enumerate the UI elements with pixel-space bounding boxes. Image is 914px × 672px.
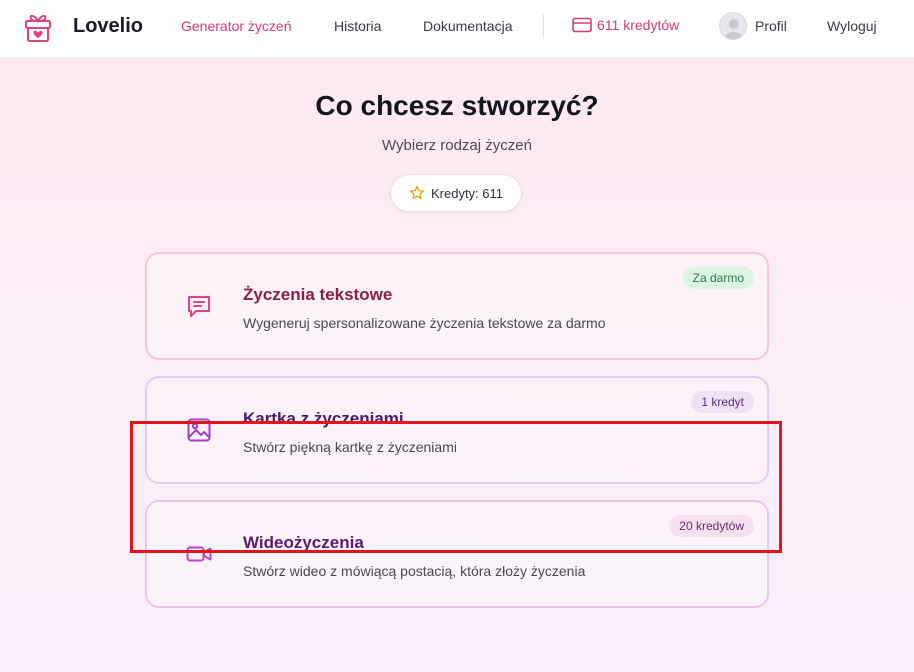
- credits-link[interactable]: 611 kredytów: [572, 17, 679, 33]
- price-badge: 20 kredytów: [669, 515, 754, 537]
- price-badge: Za darmo: [682, 267, 754, 289]
- card-description: Wygeneruj spersonalizowane życzenia teks…: [243, 315, 606, 331]
- user-avatar-icon: [725, 19, 743, 39]
- card-title: Życzenia tekstowe: [243, 285, 393, 304]
- credits-link-label: 611 kredytów: [597, 17, 680, 33]
- nav-history[interactable]: Historia: [334, 18, 381, 34]
- image-icon: [187, 418, 211, 442]
- star-icon: [410, 185, 424, 200]
- main-content: Co chcesz stworzyć? Wybierz rodzaj życze…: [0, 57, 914, 672]
- top-navigation-bar: Lovelio Generator życzeń Historia Dokume…: [0, 0, 914, 57]
- page-subtitle: Wybierz rodzaj życzeń: [382, 137, 532, 154]
- credits-pill: Kredyty: 611: [390, 174, 522, 212]
- video-icon: [186, 546, 212, 562]
- gift-logo-icon[interactable]: [24, 11, 52, 43]
- card-text-wishes[interactable]: Życzenia tekstowe Wygeneruj spersonalizo…: [145, 252, 769, 360]
- credit-card-icon: [572, 17, 592, 33]
- nav-logout[interactable]: Wyloguj: [827, 18, 877, 34]
- card-description: Stwórz piękną kartkę z życzeniami: [243, 439, 457, 455]
- card-title: Wideożyczenia: [243, 533, 364, 552]
- nav-docs[interactable]: Dokumentacja: [423, 18, 513, 34]
- price-badge: 1 kredyt: [691, 391, 754, 413]
- credits-pill-label: Kredyty: 611: [430, 185, 504, 201]
- avatar[interactable]: [719, 12, 747, 40]
- card-title: Kartka z życzeniami: [243, 409, 404, 428]
- brand-name[interactable]: Lovelio: [73, 15, 143, 38]
- page-title: Co chcesz stworzyć?: [315, 90, 599, 121]
- nav-generator[interactable]: Generator życzeń: [181, 18, 292, 34]
- message-square-icon: [188, 296, 210, 317]
- card-greeting-card[interactable]: Kartka z życzeniami Stwórz piękną kartkę…: [145, 376, 769, 484]
- nav-profile[interactable]: Profil: [755, 18, 787, 34]
- card-video-wishes[interactable]: Wideożyczenia Stwórz wideo z mówiącą pos…: [145, 500, 769, 608]
- card-description: Stwórz wideo z mówiącą postacią, która z…: [243, 563, 586, 579]
- nav-divider: [543, 14, 544, 38]
